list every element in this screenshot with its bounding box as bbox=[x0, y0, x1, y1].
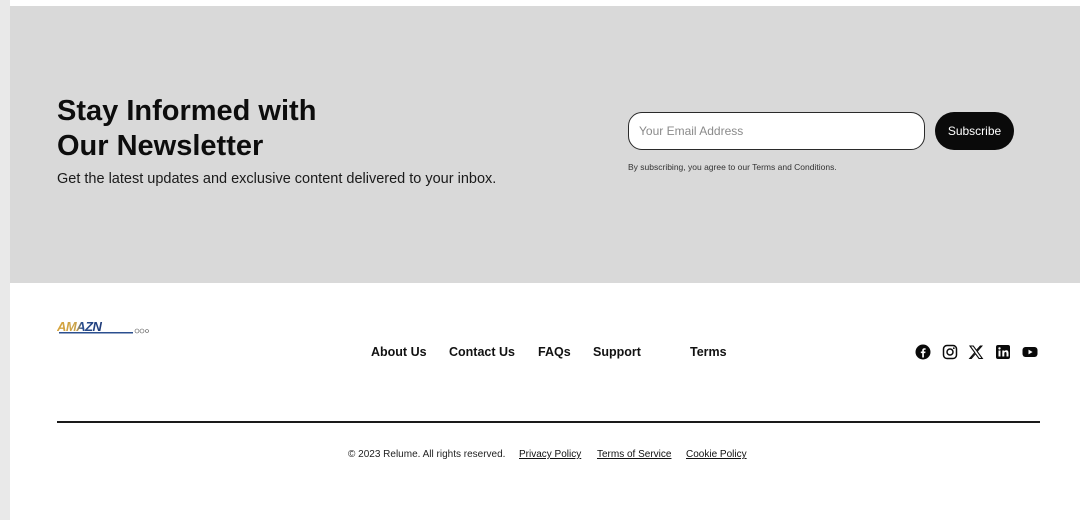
page: Stay Informed with Our Newsletter Get th… bbox=[0, 0, 1080, 520]
nav-terms[interactable]: Terms bbox=[690, 345, 727, 359]
newsletter-title-line1: Stay Informed with bbox=[57, 95, 317, 127]
newsletter-section: Stay Informed with Our Newsletter Get th… bbox=[10, 6, 1080, 283]
copyright-text: © 2023 Relume. All rights reserved. bbox=[348, 449, 506, 460]
newsletter-title: Stay Informed with Our Newsletter bbox=[57, 94, 457, 164]
nav-support[interactable]: Support bbox=[593, 345, 641, 359]
newsletter-subtitle: Get the latest updates and exclusive con… bbox=[57, 171, 497, 187]
email-input[interactable] bbox=[628, 112, 925, 150]
svg-text:AMAZN: AMAZN bbox=[57, 320, 103, 334]
logo-mark-icon: AMAZN bbox=[56, 319, 149, 334]
window-edge bbox=[0, 0, 10, 520]
footer-divider bbox=[57, 421, 1040, 423]
privacy-policy-link[interactable]: Privacy Policy bbox=[519, 449, 581, 460]
x-icon[interactable] bbox=[968, 344, 984, 360]
facebook-icon[interactable] bbox=[915, 344, 931, 360]
brand-logo[interactable]: AMAZN bbox=[56, 319, 149, 336]
nav-faqs[interactable]: FAQs bbox=[538, 345, 571, 359]
cookie-policy-link[interactable]: Cookie Policy bbox=[686, 449, 747, 460]
social-links bbox=[913, 344, 1043, 362]
nav-about-us[interactable]: About Us bbox=[371, 345, 427, 359]
terms-agreement-text: By subscribing, you agree to our Terms a… bbox=[628, 162, 837, 172]
youtube-icon[interactable] bbox=[1022, 344, 1038, 360]
terms-of-service-link[interactable]: Terms of Service bbox=[597, 449, 671, 460]
subscribe-button[interactable]: Subscribe bbox=[935, 112, 1014, 150]
instagram-icon[interactable] bbox=[942, 344, 958, 360]
newsletter-title-line2: Our Newsletter bbox=[57, 130, 264, 162]
footer-bottom: © 2023 Relume. All rights reserved. Priv… bbox=[0, 449, 1080, 463]
linkedin-icon[interactable] bbox=[995, 344, 1011, 360]
nav-contact-us[interactable]: Contact Us bbox=[449, 345, 515, 359]
